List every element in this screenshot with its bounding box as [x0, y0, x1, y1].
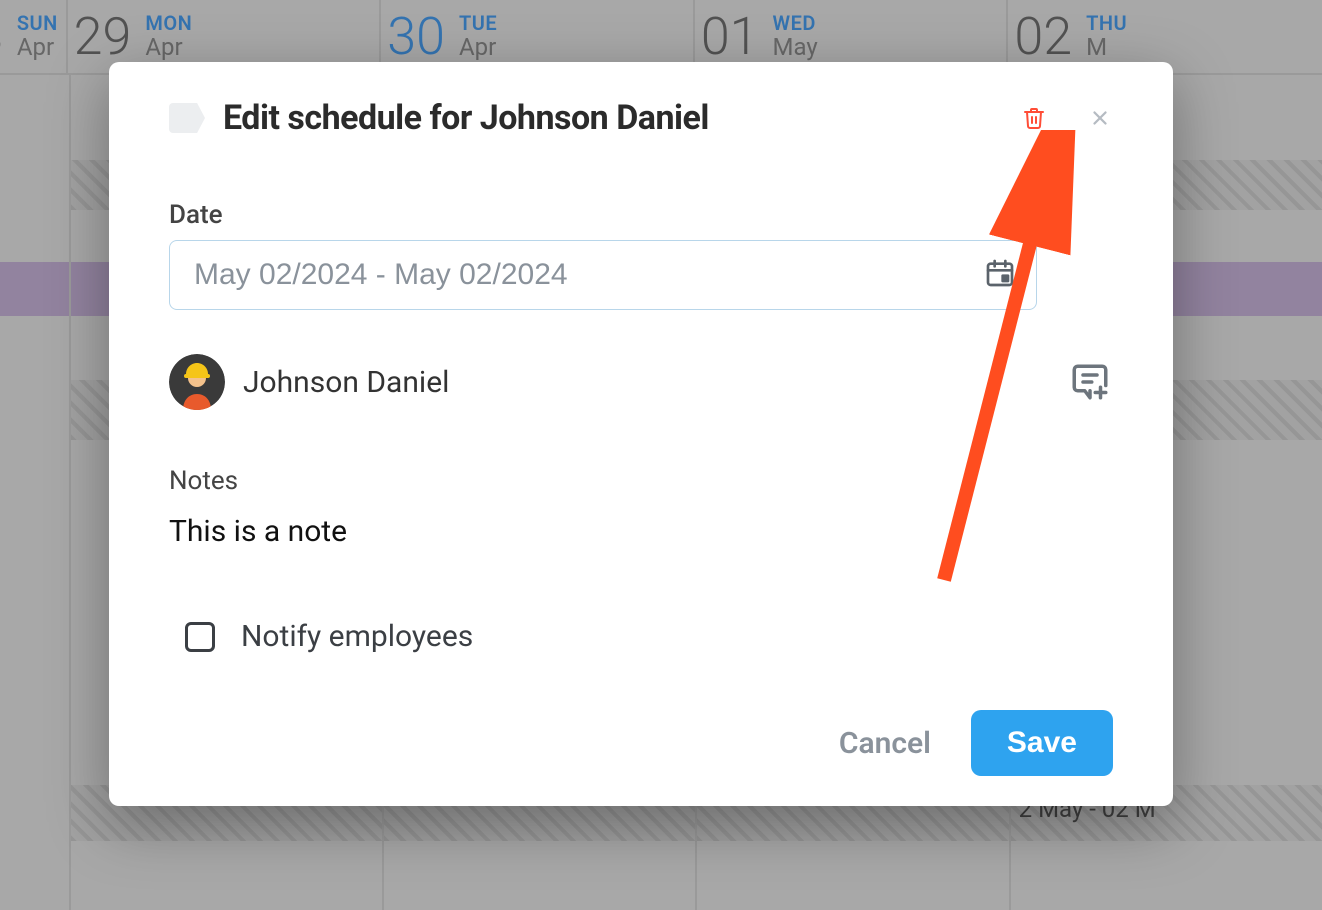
save-button[interactable]: Save [971, 710, 1113, 776]
notify-checkbox[interactable] [185, 622, 215, 652]
modal-title: Edit schedule for Johnson Daniel [223, 98, 709, 138]
employee-avatar [169, 354, 225, 410]
notes-label: Notes [169, 466, 1113, 496]
calendar-icon[interactable] [984, 257, 1016, 293]
employee-name: Johnson Daniel [243, 365, 449, 400]
notes-value[interactable]: This is a note [169, 514, 1113, 549]
notify-label: Notify employees [241, 619, 473, 654]
tag-icon [169, 103, 205, 133]
close-icon[interactable] [1087, 105, 1113, 131]
trash-icon[interactable] [1021, 105, 1047, 131]
edit-schedule-modal: Edit schedule for Johnson Daniel Date [109, 62, 1173, 806]
date-label: Date [169, 200, 1113, 230]
date-range-input[interactable] [169, 240, 1037, 310]
cancel-button[interactable]: Cancel [839, 726, 931, 761]
date-range-field[interactable] [192, 257, 1014, 293]
add-note-icon[interactable] [1067, 359, 1113, 405]
